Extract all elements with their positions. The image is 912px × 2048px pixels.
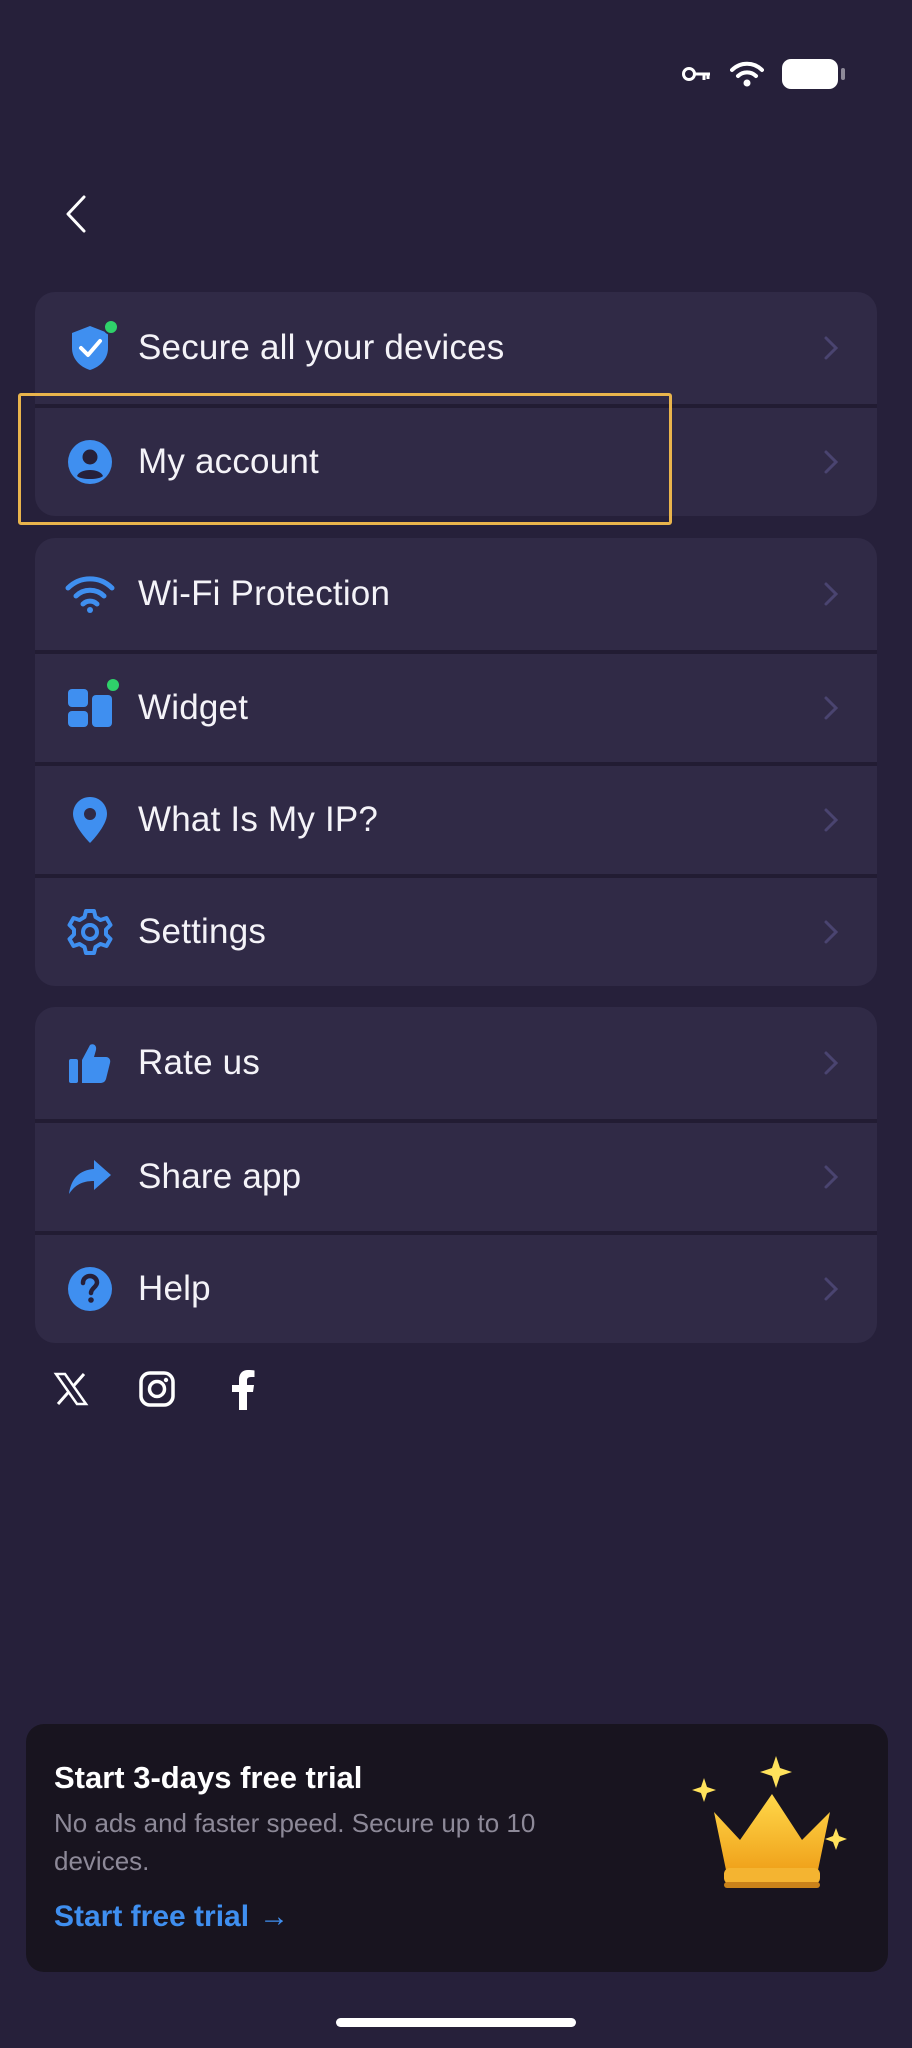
trial-description: No ads and faster speed. Secure up to 10…	[54, 1808, 536, 1876]
menu-item-label: Settings	[138, 912, 267, 951]
menu-item-wifi-protection[interactable]: Wi-Fi Protection	[35, 538, 877, 650]
chevron-right-icon	[824, 582, 839, 606]
trial-banner[interactable]: Start 3-days free trial No ads and faste…	[26, 1724, 888, 1972]
menu-item-label: Widget	[138, 688, 249, 727]
menu-group-tools: Wi-Fi Protection Widget What Is My IP? S…	[35, 538, 877, 986]
menu-item-rate-us[interactable]: Rate us	[35, 1007, 877, 1119]
chevron-right-icon	[824, 808, 839, 832]
location-pin-icon	[65, 795, 115, 845]
chevron-right-icon	[824, 336, 839, 360]
menu-item-widget[interactable]: Widget	[35, 650, 877, 762]
new-badge-dot	[105, 677, 121, 693]
chevron-right-icon	[824, 696, 839, 720]
social-links	[50, 1368, 264, 1410]
new-badge-dot	[103, 319, 119, 335]
question-circle-icon	[65, 1264, 115, 1314]
menu-item-label: Rate us	[138, 1043, 261, 1082]
trial-cta-label: Start free trial	[54, 1900, 250, 1933]
gear-icon	[65, 907, 115, 957]
chevron-right-icon	[824, 1165, 839, 1189]
menu-item-help[interactable]: Help	[35, 1231, 877, 1343]
chevron-right-icon	[824, 450, 839, 474]
menu-item-share-app[interactable]: Share app	[35, 1119, 877, 1231]
battery-icon	[782, 59, 845, 89]
shield-check-icon	[65, 319, 119, 373]
chevron-left-icon	[66, 195, 86, 233]
chevron-right-icon	[824, 920, 839, 944]
chevron-right-icon	[824, 1051, 839, 1075]
menu-group-support: Rate us Share app Help	[35, 1007, 877, 1343]
user-circle-icon	[65, 437, 115, 487]
menu-item-label: What Is My IP?	[138, 800, 379, 839]
menu-item-what-is-my-ip[interactable]: What Is My IP?	[35, 762, 877, 874]
crown-icon	[692, 1756, 847, 1888]
menu-item-label: Wi-Fi Protection	[138, 574, 391, 613]
widget-icon	[65, 677, 121, 733]
back-button[interactable]	[50, 188, 102, 240]
menu-screen: Secure all your devices My account Wi-Fi…	[0, 0, 912, 2048]
thumbs-up-icon	[65, 1038, 115, 1088]
trial-title: Start 3-days free trial	[54, 1760, 363, 1795]
wifi-icon	[65, 569, 115, 619]
menu-item-label: My account	[138, 442, 319, 481]
menu-item-label: Share app	[138, 1157, 302, 1196]
wifi-icon	[730, 60, 764, 88]
menu-item-label: Help	[138, 1269, 211, 1308]
chevron-right-icon	[824, 1277, 839, 1301]
vpn-key-icon	[682, 65, 712, 83]
facebook-icon[interactable]	[222, 1368, 264, 1410]
x-icon[interactable]	[50, 1368, 92, 1410]
status-bar	[682, 52, 845, 96]
menu-group-account: Secure all your devices My account	[35, 292, 877, 516]
instagram-icon[interactable]	[136, 1368, 178, 1410]
share-arrow-icon	[65, 1152, 115, 1202]
menu-item-settings[interactable]: Settings	[35, 874, 877, 986]
start-free-trial-link[interactable]: Start free trial →	[54, 1900, 289, 1934]
arrow-right-icon: →	[259, 1900, 290, 1933]
menu-item-label: Secure all your devices	[138, 328, 505, 367]
home-indicator	[336, 2018, 576, 2027]
menu-item-secure-devices[interactable]: Secure all your devices	[35, 292, 877, 404]
menu-item-my-account[interactable]: My account	[35, 404, 877, 516]
